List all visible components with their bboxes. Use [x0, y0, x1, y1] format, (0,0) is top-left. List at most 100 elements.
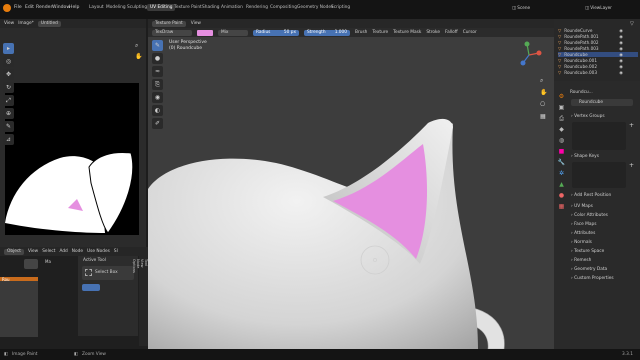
transform-tool-icon[interactable]: ⊕: [3, 108, 14, 119]
add-item-icon[interactable]: +: [629, 162, 634, 169]
blend-mode-selector[interactable]: Mix: [218, 29, 248, 36]
clone-tool-icon[interactable]: ⎘: [152, 79, 163, 90]
visibility-eye-icon[interactable]: ◉: [619, 52, 623, 57]
outliner-item[interactable]: ▽ Roundcube.001 ◉: [558, 58, 638, 63]
slot-selector[interactable]: Sl: [114, 249, 118, 254]
smear-tool-icon[interactable]: ≈: [152, 66, 163, 77]
scale-tool-icon[interactable]: ⤢: [3, 95, 14, 106]
menu-file[interactable]: File: [14, 5, 22, 10]
cursor-menu[interactable]: Cursor: [463, 30, 477, 35]
image-canvas[interactable]: [5, 83, 139, 235]
falloff-menu[interactable]: Falloff: [445, 30, 458, 35]
properties-section-header[interactable]: › Vertex Groups: [571, 114, 605, 119]
select-tool-icon[interactable]: ▸: [3, 43, 14, 54]
menu-render[interactable]: Render: [36, 5, 52, 10]
image-name-field[interactable]: Untitled: [37, 20, 61, 27]
properties-section-header[interactable]: › Add Rest Position: [571, 193, 611, 198]
outliner-item[interactable]: ▽ Roundcube ◉: [558, 52, 638, 57]
zoom-view-icon[interactable]: ⌕: [540, 77, 543, 85]
visibility-eye-icon[interactable]: ◉: [619, 70, 623, 75]
visibility-eye-icon[interactable]: ◉: [619, 28, 623, 33]
outliner-item[interactable]: ▽ RoundePath.001 ◉: [558, 34, 638, 39]
mode-selector[interactable]: Texture Paint: [152, 20, 186, 27]
visibility-eye-icon[interactable]: ◉: [619, 46, 623, 51]
texture-menu[interactable]: Texture: [372, 30, 388, 35]
visibility-eye-icon[interactable]: ◉: [619, 64, 623, 69]
scene-props-icon[interactable]: ◆: [557, 125, 566, 134]
brush-selector[interactable]: TexDraw: [152, 29, 192, 36]
properties-section-header[interactable]: › Face Maps: [571, 222, 596, 227]
rotate-tool-icon[interactable]: ↻: [3, 82, 14, 93]
menu-edit[interactable]: Edit: [25, 5, 34, 10]
view-menu[interactable]: View: [4, 21, 14, 26]
viewport-view-menu[interactable]: View: [191, 21, 201, 26]
properties-section-header[interactable]: › Shape Keys: [571, 154, 599, 159]
outliner-item[interactable]: ▽ RoundePath.002 ◉: [558, 40, 638, 45]
stroke-menu[interactable]: Stroke: [426, 30, 440, 35]
brush-color-swatch[interactable]: [197, 29, 213, 36]
rip-tool-icon[interactable]: ⊿: [3, 134, 14, 145]
texture-mask-menu[interactable]: Texture Mask: [393, 30, 421, 35]
annotate-tool-icon[interactable]: ✎: [3, 121, 14, 132]
menu-help[interactable]: Help: [69, 5, 79, 10]
world-props-icon[interactable]: ◍: [557, 136, 566, 145]
use-nodes-checkbox[interactable]: Use Nodes: [87, 249, 110, 254]
blender-logo-icon[interactable]: [3, 4, 11, 12]
radius-field[interactable]: Radius 50 px: [253, 29, 299, 36]
camera-view-icon[interactable]: ⎔: [540, 101, 545, 108]
output-props-icon[interactable]: ⎙: [557, 114, 566, 123]
tab-scripting[interactable]: Scripting: [328, 4, 353, 11]
pan-view-icon[interactable]: ✋: [540, 89, 547, 96]
properties-section-header[interactable]: › Attributes: [571, 231, 595, 236]
visibility-eye-icon[interactable]: ◉: [619, 34, 623, 39]
node-node-menu[interactable]: Node: [72, 249, 83, 254]
tab-animation[interactable]: Animation: [218, 4, 246, 11]
hand-icon[interactable]: ✋: [135, 53, 142, 60]
material-node[interactable]: Rou: [0, 277, 38, 337]
object-props-icon[interactable]: ■: [557, 147, 566, 156]
tab-view[interactable]: View: [140, 256, 144, 346]
outliner-item[interactable]: ▽ Roundcube.002 ◉: [558, 64, 638, 69]
outliner-item[interactable]: ▽ RoundeCurve ◉: [558, 28, 638, 33]
mode-buttons[interactable]: [82, 284, 100, 291]
outliner-item[interactable]: ▽ Roundcube.003 ◉: [558, 70, 638, 75]
navigation-gizmo[interactable]: [515, 41, 543, 69]
tool-props-icon[interactable]: ⚙: [557, 92, 566, 101]
brush-menu[interactable]: Brush: [355, 30, 367, 35]
properties-section-header[interactable]: › Geometry Data: [571, 267, 607, 272]
draw-tool-icon[interactable]: ✎: [152, 40, 163, 51]
node-view-menu[interactable]: View: [28, 249, 38, 254]
annotate-tool-icon-3d[interactable]: ✐: [152, 118, 163, 129]
soften-tool-icon[interactable]: ●: [152, 53, 163, 64]
properties-section-header[interactable]: › Normals: [571, 240, 592, 245]
cursor-tool-icon[interactable]: ◎: [3, 56, 14, 67]
texture-props-icon[interactable]: ▦: [557, 202, 566, 211]
properties-section-header[interactable]: › Remesh: [571, 258, 591, 263]
properties-section-header[interactable]: › Color Attributes: [571, 213, 608, 218]
mask-tool-icon[interactable]: ◐: [152, 105, 163, 116]
visibility-eye-icon[interactable]: ◉: [619, 58, 623, 63]
list-box[interactable]: [572, 162, 626, 188]
node-add-menu[interactable]: Add: [59, 249, 67, 254]
outliner-filter-icon[interactable]: ▽: [630, 21, 634, 27]
list-box[interactable]: [572, 122, 626, 150]
strength-field[interactable]: Strength 1.000: [304, 29, 350, 36]
visibility-eye-icon[interactable]: ◉: [619, 40, 623, 45]
add-item-icon[interactable]: +: [629, 122, 634, 129]
node-select-menu[interactable]: Select: [42, 249, 55, 254]
outliner-item[interactable]: ▽ RoundePath.003 ◉: [558, 46, 638, 51]
move-tool-icon[interactable]: ✥: [3, 69, 14, 80]
fill-tool-icon[interactable]: ◉: [152, 92, 163, 103]
properties-section-header[interactable]: › Texture Space: [571, 249, 604, 254]
object-selector[interactable]: Object: [4, 248, 24, 255]
particles-props-icon[interactable]: ✲: [557, 169, 566, 178]
view-layer-selector[interactable]: ◫ ViewLayer: [585, 5, 612, 10]
modifier-props-icon[interactable]: 🔧: [557, 158, 566, 167]
tab-node[interactable]: Node: [136, 256, 140, 346]
menu-window[interactable]: Window: [52, 5, 70, 10]
properties-section-header[interactable]: › UV Maps: [571, 204, 593, 209]
data-props-icon[interactable]: ▲: [557, 180, 566, 189]
scene-selector[interactable]: ◫ Scene: [512, 5, 530, 10]
tool-box[interactable]: Select Box: [82, 266, 134, 280]
zoom-icon[interactable]: ⌕: [135, 42, 138, 50]
